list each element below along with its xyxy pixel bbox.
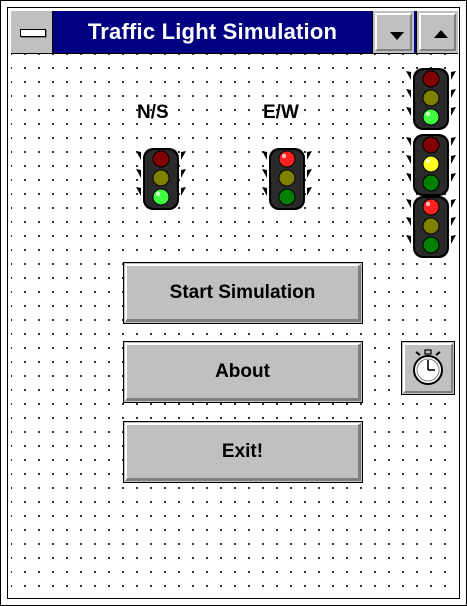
title-bar[interactable]: Traffic Light Simulation: [11, 11, 458, 54]
system-menu-icon[interactable]: [11, 11, 53, 53]
ew-traffic-light-icon: [262, 148, 312, 210]
ns-traffic-light-icon: [136, 148, 186, 210]
minimize-button[interactable]: [372, 11, 414, 53]
red-light-state-icon: [406, 196, 456, 258]
ew-label: E/W: [263, 102, 299, 123]
green-light-state-icon: [406, 68, 456, 130]
form-client-area: N/S E/W Start Simulation About Exit!: [11, 54, 458, 597]
exit-label: Exit!: [221, 440, 264, 462]
stopwatch-icon: [413, 349, 443, 385]
about-button[interactable]: About: [123, 341, 363, 403]
maximize-button[interactable]: [416, 11, 458, 53]
maximize-arrow-icon: [434, 30, 448, 38]
start-simulation-button[interactable]: Start Simulation: [123, 262, 363, 324]
window-title: Traffic Light Simulation: [87, 19, 338, 44]
about-label: About: [215, 360, 270, 382]
exit-button[interactable]: Exit!: [123, 421, 363, 483]
timer-control[interactable]: [401, 341, 455, 395]
yellow-light-state-icon: [406, 134, 456, 196]
ns-label: N/S: [137, 102, 169, 123]
app-window: Traffic Light Simulation N/S E/W Start S…: [0, 0, 467, 606]
minimize-arrow-icon: [390, 32, 404, 40]
start-simulation-label: Start Simulation: [169, 281, 316, 303]
